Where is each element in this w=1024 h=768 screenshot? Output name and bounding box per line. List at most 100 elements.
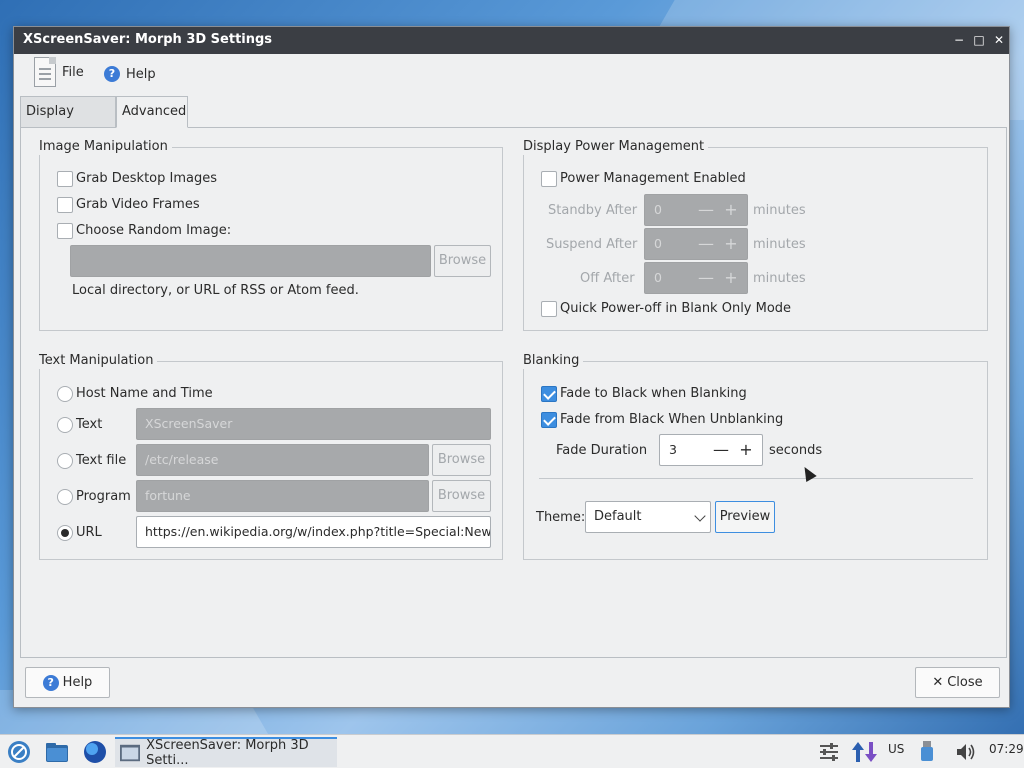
group-title: Display Power Management — [523, 139, 709, 155]
fade-duration-decrement[interactable]: — — [710, 438, 732, 462]
power-management-label: Power Management Enabled — [560, 171, 746, 186]
standby-increment[interactable]: + — [720, 198, 742, 222]
fade-from-black-checkbox[interactable] — [541, 412, 557, 428]
chevron-down-icon — [694, 510, 706, 522]
grab-desktop-checkbox[interactable] — [57, 171, 73, 187]
suspend-value: 0 — [654, 236, 662, 251]
window-title: XScreenSaver: Morph 3D Settings — [23, 32, 273, 47]
web-browser-icon[interactable] — [82, 739, 108, 765]
close-button[interactable]: ✕ Close — [915, 667, 1000, 698]
off-spinbox[interactable]: 0 — + — [644, 262, 748, 294]
separator — [539, 478, 973, 479]
text-file-browse-button[interactable]: Browse — [432, 444, 491, 476]
file-document-icon — [34, 57, 56, 87]
quick-poweroff-checkbox[interactable] — [541, 301, 557, 317]
text-radio[interactable] — [57, 417, 73, 433]
grab-desktop-label: Grab Desktop Images — [76, 171, 218, 186]
preview-button[interactable]: Preview — [715, 501, 775, 533]
image-path-input[interactable] — [70, 245, 431, 277]
text-input[interactable]: XScreenSaver — [136, 408, 491, 440]
app-menu-icon[interactable] — [6, 739, 32, 765]
taskbar-task-xscreensaver[interactable]: XScreenSaver: Morph 3D Setti... — [115, 737, 337, 768]
program-input[interactable]: fortune — [136, 480, 429, 512]
suspend-unit: minutes — [753, 237, 806, 252]
grab-video-checkbox[interactable] — [57, 197, 73, 213]
image-source-hint: Local directory, or URL of RSS or Atom f… — [72, 283, 359, 298]
standby-label: Standby After — [548, 203, 638, 218]
blanking-group: Blanking Fade to Black when Blanking Fad… — [523, 353, 988, 560]
host-name-radio[interactable] — [57, 386, 73, 402]
text-file-label: Text file — [76, 453, 127, 468]
minimize-button[interactable]: − — [949, 30, 969, 50]
menu-file-label: File — [62, 64, 84, 80]
fade-duration-unit: seconds — [769, 443, 823, 458]
off-value: 0 — [654, 270, 662, 285]
taskbar: XScreenSaver: Morph 3D Setti... US 07:29 — [0, 734, 1024, 768]
suspend-decrement[interactable]: — — [695, 232, 717, 256]
off-label: Off After — [580, 271, 635, 286]
fade-duration-increment[interactable]: + — [735, 438, 757, 462]
fade-from-black-label: Fade from Black When Unblanking — [560, 412, 784, 427]
group-title: Blanking — [523, 353, 584, 369]
standby-spinbox[interactable]: 0 — + — [644, 194, 748, 226]
theme-select[interactable]: Default — [585, 501, 711, 533]
standby-value: 0 — [654, 202, 662, 217]
text-file-radio[interactable] — [57, 453, 73, 469]
file-manager-icon[interactable] — [44, 739, 70, 765]
close-window-button[interactable]: ✕ — [989, 30, 1009, 50]
volume-icon[interactable] — [955, 742, 977, 762]
suspend-increment[interactable]: + — [720, 232, 742, 256]
program-label: Program — [76, 489, 131, 504]
fade-to-black-checkbox[interactable] — [541, 386, 557, 402]
power-management-group: Display Power Management Power Managemen… — [523, 139, 988, 331]
standby-unit: minutes — [753, 203, 806, 218]
fade-duration-label: Fade Duration — [556, 443, 648, 458]
network-transfer-icon[interactable] — [851, 740, 879, 764]
menu-bar: File ? Help — [14, 54, 1009, 94]
choose-random-checkbox[interactable] — [57, 223, 73, 239]
help-button[interactable]: ? Help — [25, 667, 110, 698]
program-browse-button[interactable]: Browse — [432, 480, 491, 512]
power-management-checkbox[interactable] — [541, 171, 557, 187]
help-button-label: Help — [62, 675, 93, 690]
advanced-tab-panel: Image Manipulation Grab Desktop Images G… — [20, 127, 1007, 658]
url-radio[interactable] — [57, 525, 73, 541]
suspend-spinbox[interactable]: 0 — + — [644, 228, 748, 260]
settings-window: XScreenSaver: Morph 3D Settings − □ ✕ Fi… — [13, 26, 1010, 708]
fade-to-black-label: Fade to Black when Blanking — [560, 386, 747, 401]
group-title: Text Manipulation — [39, 353, 158, 369]
settings-sliders-icon[interactable] — [818, 742, 840, 762]
group-title: Image Manipulation — [39, 139, 172, 155]
maximize-button[interactable]: □ — [969, 30, 989, 50]
off-decrement[interactable]: — — [695, 266, 717, 290]
tab-display-modes[interactable]: Display Modes — [20, 96, 116, 149]
help-icon: ? — [104, 66, 120, 82]
keyboard-layout-indicator[interactable]: US — [888, 742, 904, 756]
standby-decrement[interactable]: — — [695, 198, 717, 222]
host-name-label: Host Name and Time — [76, 386, 213, 401]
close-button-label: Close — [947, 675, 983, 690]
off-unit: minutes — [753, 271, 806, 286]
text-file-input[interactable]: /etc/release — [136, 444, 429, 476]
tab-advanced[interactable]: Advanced — [116, 96, 188, 128]
menu-file[interactable]: File — [34, 57, 84, 87]
choose-random-label: Choose Random Image: — [76, 223, 232, 238]
close-icon: ✕ — [932, 675, 944, 690]
program-radio[interactable] — [57, 489, 73, 505]
usb-device-icon[interactable] — [920, 741, 934, 763]
taskbar-task-title: XScreenSaver: Morph 3D Setti... — [146, 738, 309, 768]
url-input[interactable]: https://en.wikipedia.org/w/index.php?tit… — [136, 516, 491, 548]
grab-video-label: Grab Video Frames — [76, 197, 200, 212]
fade-duration-spinbox[interactable]: 3 — + — [659, 434, 763, 466]
menu-help[interactable]: ? Help — [104, 62, 156, 86]
clock[interactable]: 07:29 — [989, 742, 1024, 756]
text-manipulation-group: Text Manipulation Host Name and Time Tex… — [39, 353, 503, 560]
quick-poweroff-label: Quick Power-off in Blank Only Mode — [560, 301, 792, 316]
theme-label: Theme: — [536, 510, 586, 525]
url-label: URL — [76, 525, 102, 540]
image-manipulation-group: Image Manipulation Grab Desktop Images G… — [39, 139, 503, 331]
help-icon: ? — [42, 674, 59, 691]
title-bar[interactable]: XScreenSaver: Morph 3D Settings − □ ✕ — [14, 27, 1009, 54]
off-increment[interactable]: + — [720, 266, 742, 290]
image-browse-button[interactable]: Browse — [434, 245, 491, 277]
